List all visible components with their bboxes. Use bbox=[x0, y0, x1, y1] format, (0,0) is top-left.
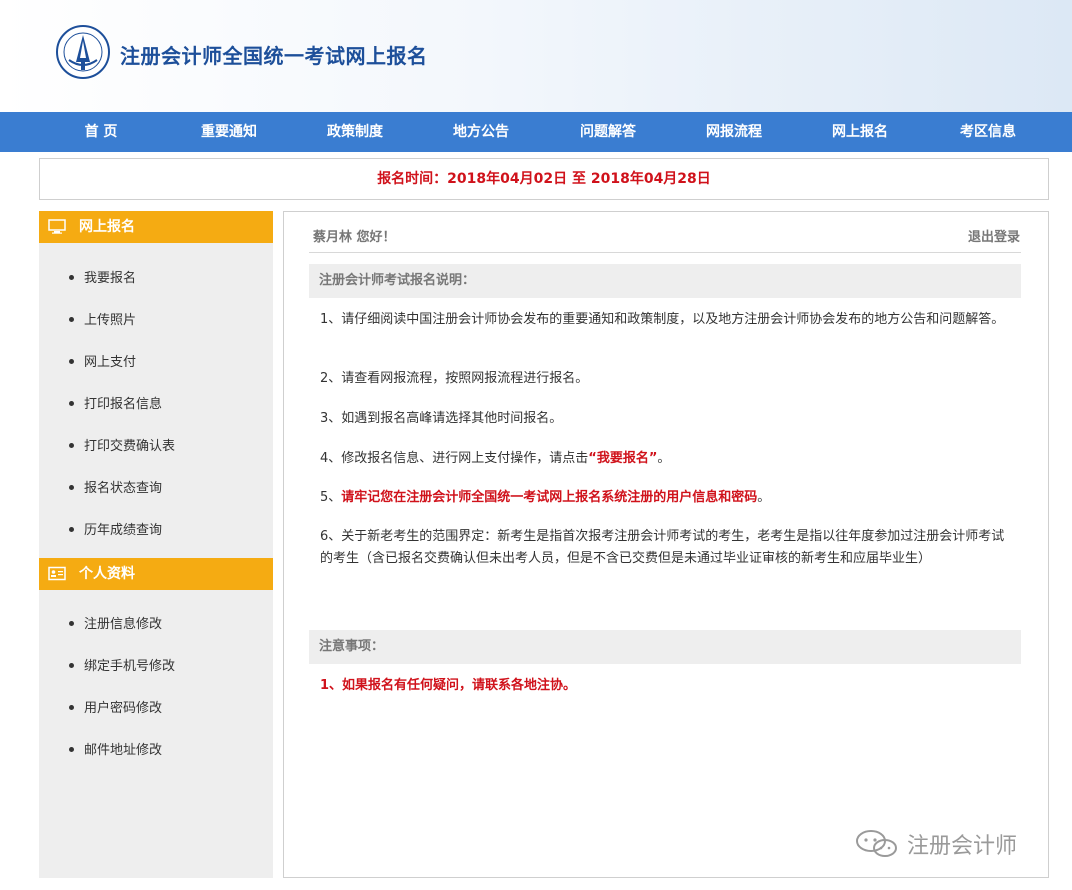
instruction-3: 3、如遇到报名高峰请选择其他时间报名。 bbox=[320, 411, 563, 426]
notes-heading: 注意事项： bbox=[309, 630, 1021, 664]
sidebar-item-status-query[interactable]: 报名状态查询 bbox=[69, 477, 162, 496]
nav-item-local-notices[interactable]: 地方公告 bbox=[426, 112, 536, 152]
note-1: 1、如果报名有任何疑问，请联系各地注协。 bbox=[320, 678, 577, 693]
site-title: 注册会计师全国统一考试网上报名 bbox=[120, 44, 428, 68]
sidebar: 网上报名 我要报名 上传照片 网上支付 打印报名信息 打印交费确认表 报名状态查… bbox=[39, 211, 273, 878]
sidebar-item-label: 我要报名 bbox=[84, 271, 137, 286]
sidebar-item-edit-phone[interactable]: 绑定手机号修改 bbox=[69, 655, 175, 674]
instruction-2: 2、请查看网报流程，按照网报流程进行报名。 bbox=[320, 371, 589, 386]
sidebar-item-label: 邮件地址修改 bbox=[84, 743, 163, 758]
nav-item-notices[interactable]: 重要通知 bbox=[174, 112, 284, 152]
sidebar-item-register[interactable]: 我要报名 bbox=[69, 267, 136, 286]
instruction-6: 6、关于新老考生的范围界定：新考生是指首次报考注册会计师考试的考生，老考生是指以… bbox=[320, 529, 1005, 566]
instruction-4-suffix: 。 bbox=[657, 451, 671, 466]
user-greeting: 蔡月林 您好！ bbox=[313, 230, 396, 245]
bullet-icon bbox=[69, 485, 74, 490]
bullet-icon bbox=[69, 317, 74, 322]
sidebar-item-upload-photo[interactable]: 上传照片 bbox=[69, 309, 136, 328]
instruction-5-prefix: 5、 bbox=[320, 490, 342, 505]
sidebar-item-score-history[interactable]: 历年成绩查询 bbox=[69, 519, 162, 538]
nav-item-process[interactable]: 网报流程 bbox=[679, 112, 789, 152]
sidebar-item-label: 绑定手机号修改 bbox=[84, 659, 176, 674]
id-card-icon bbox=[48, 566, 66, 581]
logout-link[interactable]: 退出登录 bbox=[968, 226, 1020, 245]
sidebar-item-label: 网上支付 bbox=[84, 355, 137, 370]
sidebar-section-title: 个人资料 bbox=[79, 566, 135, 582]
divider bbox=[309, 252, 1021, 253]
bullet-icon bbox=[69, 747, 74, 752]
main-nav: 首 页 重要通知 政策制度 地方公告 问题解答 网报流程 网上报名 考区信息 bbox=[0, 112, 1072, 152]
sidebar-item-label: 报名状态查询 bbox=[84, 481, 163, 496]
instruction-5-warning: 请牢记您在注册会计师全国统一考试网上报名系统注册的用户信息和密码 bbox=[341, 490, 758, 505]
sidebar-section-profile: 个人资料 bbox=[39, 558, 273, 590]
sidebar-item-edit-registration[interactable]: 注册信息修改 bbox=[69, 613, 162, 632]
sidebar-section-title: 网上报名 bbox=[79, 219, 135, 235]
registration-time-banner: 报名时间：2018年04月02日 至 2018年04月28日 bbox=[39, 158, 1049, 200]
sidebar-item-label: 打印报名信息 bbox=[84, 397, 163, 412]
bullet-icon bbox=[69, 401, 74, 406]
instructions-heading: 注册会计师考试报名说明： bbox=[309, 264, 1021, 298]
instruction-1: 1、请仔细阅读中国注册会计师协会发布的重要通知和政策制度，以及地方注册会计师协会… bbox=[320, 312, 1005, 327]
bullet-icon bbox=[69, 359, 74, 364]
sidebar-item-label: 注册信息修改 bbox=[84, 617, 163, 632]
nav-item-policies[interactable]: 政策制度 bbox=[300, 112, 410, 152]
sidebar-section-registration: 网上报名 bbox=[39, 211, 273, 243]
nav-item-faq[interactable]: 问题解答 bbox=[553, 112, 663, 152]
watermark-text: 注册会计师 bbox=[907, 834, 1018, 859]
cicpa-logo-icon bbox=[56, 25, 110, 79]
nav-item-exam-areas[interactable]: 考区信息 bbox=[933, 112, 1043, 152]
sidebar-item-edit-email[interactable]: 邮件地址修改 bbox=[69, 739, 162, 758]
main-panel: 蔡月林 您好！ 退出登录 注册会计师考试报名说明： 1、请仔细阅读中国注册会计师… bbox=[283, 211, 1049, 878]
monitor-icon bbox=[48, 219, 66, 234]
wechat-watermark: 注册会计师 bbox=[855, 826, 1017, 862]
instruction-4-text: 4、修改报名信息、进行网上支付操作，请点击 bbox=[320, 451, 589, 466]
bullet-icon bbox=[69, 275, 74, 280]
instruction-5-suffix: 。 bbox=[757, 490, 771, 505]
bullet-icon bbox=[69, 443, 74, 448]
nav-item-home[interactable]: 首 页 bbox=[46, 112, 156, 152]
sidebar-item-print-info[interactable]: 打印报名信息 bbox=[69, 393, 162, 412]
bullet-icon bbox=[69, 663, 74, 668]
bullet-icon bbox=[69, 621, 74, 626]
instruction-5: 5、请牢记您在注册会计师全国统一考试网上报名系统注册的用户信息和密码。 bbox=[320, 487, 1010, 509]
page-header: 注册会计师全国统一考试网上报名 bbox=[0, 0, 1072, 112]
bullet-icon bbox=[69, 527, 74, 532]
sidebar-item-label: 用户密码修改 bbox=[84, 701, 163, 716]
sidebar-item-online-payment[interactable]: 网上支付 bbox=[69, 351, 136, 370]
sidebar-item-print-payment[interactable]: 打印交费确认表 bbox=[69, 435, 175, 454]
instruction-4: 4、修改报名信息、进行网上支付操作，请点击“我要报名”。 bbox=[320, 448, 1010, 470]
sidebar-item-label: 历年成绩查询 bbox=[84, 523, 163, 538]
nav-item-registration[interactable]: 网上报名 bbox=[805, 112, 915, 152]
bullet-icon bbox=[69, 705, 74, 710]
wechat-icon bbox=[856, 830, 897, 857]
sidebar-item-edit-password[interactable]: 用户密码修改 bbox=[69, 697, 162, 716]
sidebar-item-label: 打印交费确认表 bbox=[84, 439, 176, 454]
sidebar-item-label: 上传照片 bbox=[84, 313, 137, 328]
register-link[interactable]: “我要报名” bbox=[588, 451, 657, 466]
